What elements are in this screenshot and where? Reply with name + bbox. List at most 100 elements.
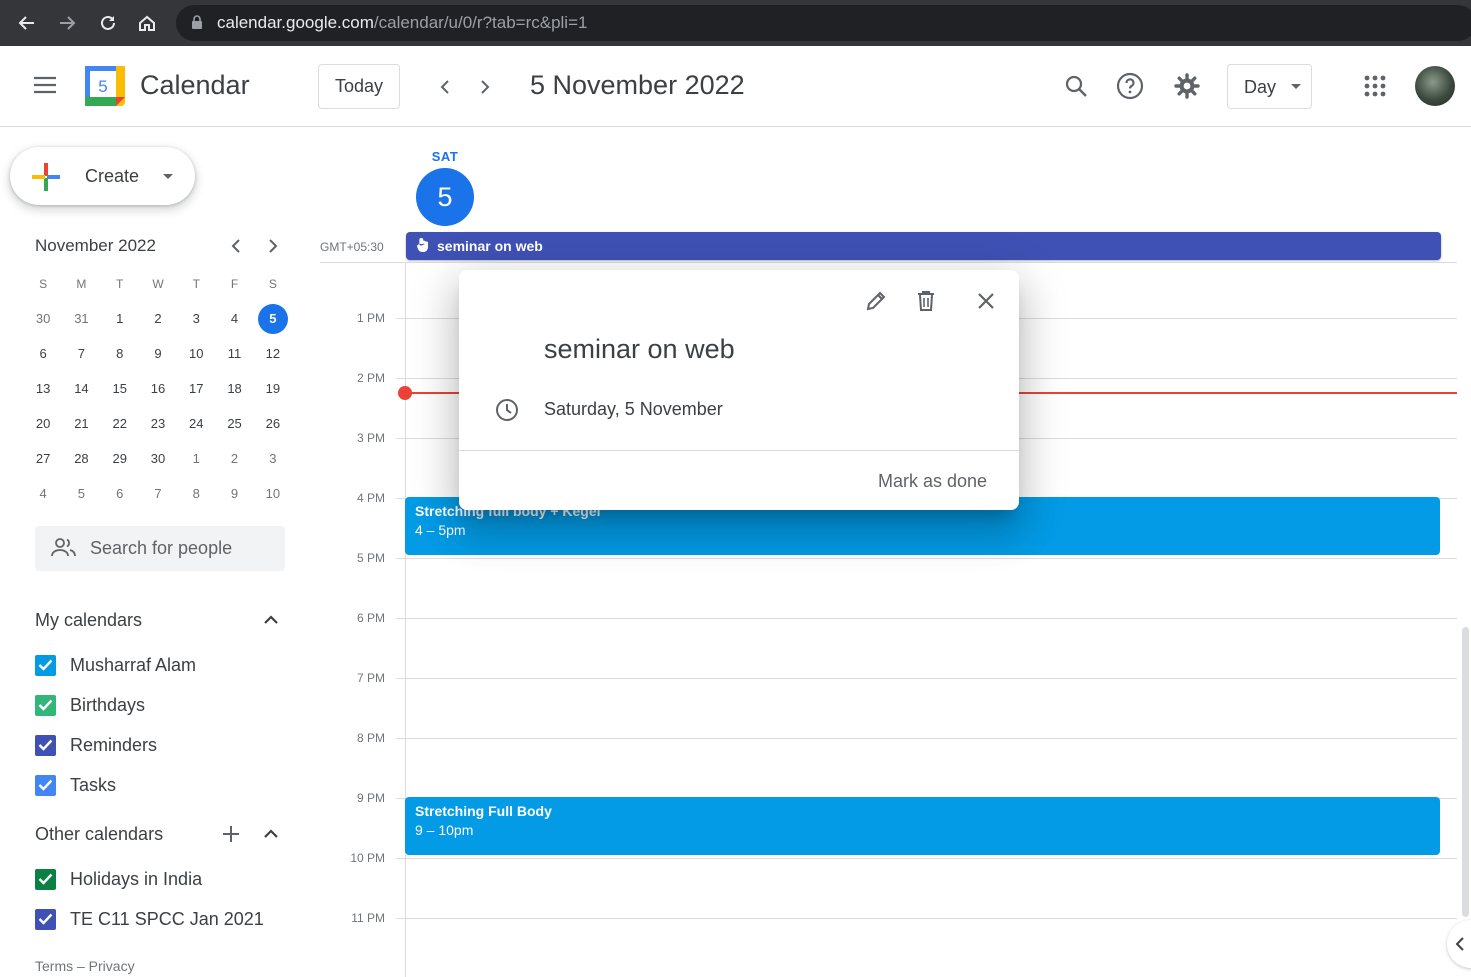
current-date-title: 5 November 2022 xyxy=(530,70,745,100)
mini-prev-month-icon[interactable] xyxy=(226,236,246,256)
hour-label: 11 PM xyxy=(351,911,385,925)
checkbox-checked-icon[interactable] xyxy=(35,734,56,756)
mini-calendar-day[interactable]: 28 xyxy=(62,451,100,466)
hour-label: 2 PM xyxy=(356,371,385,385)
event-stretching-full-body[interactable]: Stretching Full Body 9 – 10pm xyxy=(405,797,1440,855)
mini-calendar-day[interactable]: 3 xyxy=(177,311,215,326)
next-day-icon[interactable] xyxy=(469,71,501,103)
mini-calendar-day[interactable]: 3 xyxy=(254,451,292,466)
dropdown-caret-icon xyxy=(1291,84,1301,89)
mini-calendar-day[interactable]: 5 xyxy=(254,303,292,334)
address-bar[interactable]: calendar.google.com/calendar/u/0/r?tab=r… xyxy=(176,5,1471,41)
checkbox-checked-icon[interactable] xyxy=(35,908,56,930)
mini-calendar-day[interactable]: 29 xyxy=(101,451,139,466)
today-button[interactable]: Today xyxy=(318,64,400,109)
account-avatar[interactable] xyxy=(1415,66,1455,106)
mini-calendar-day[interactable]: 8 xyxy=(177,486,215,501)
previous-day-icon[interactable] xyxy=(429,71,461,103)
search-icon[interactable] xyxy=(1058,68,1094,104)
mini-calendar-day[interactable]: 11 xyxy=(215,346,253,361)
collapse-other-calendars-icon[interactable] xyxy=(259,822,283,846)
calendar-list-item[interactable]: Tasks xyxy=(35,773,116,797)
calendar-list-item[interactable]: Reminders xyxy=(35,733,157,757)
create-button[interactable]: Create xyxy=(10,147,195,205)
mini-calendar-day[interactable]: 12 xyxy=(254,346,292,361)
mini-calendar-day[interactable]: 1 xyxy=(177,451,215,466)
day-number[interactable]: 5 xyxy=(416,168,474,226)
mini-calendar-day[interactable]: 5 xyxy=(62,486,100,501)
calendar-logo[interactable]: 5 xyxy=(85,66,125,111)
mini-calendar-day[interactable]: 15 xyxy=(101,381,139,396)
help-icon[interactable] xyxy=(1112,68,1148,104)
mini-calendar-day[interactable]: 17 xyxy=(177,381,215,396)
allday-event-chip[interactable]: seminar on web xyxy=(406,232,1441,260)
svg-text:5: 5 xyxy=(98,77,107,96)
mini-calendar-day[interactable]: 10 xyxy=(177,346,215,361)
back-icon[interactable] xyxy=(14,10,40,36)
mini-calendar-day[interactable]: 23 xyxy=(139,416,177,431)
calendar-list-item[interactable]: TE C11 SPCC Jan 2021 xyxy=(35,907,264,931)
mini-calendar-day[interactable]: 30 xyxy=(24,311,62,326)
mini-calendar-day[interactable]: 1 xyxy=(101,311,139,326)
hour-label: 5 PM xyxy=(356,551,385,565)
calendar-list-item[interactable]: Musharraf Alam xyxy=(35,653,196,677)
mini-calendar-day[interactable]: 6 xyxy=(101,486,139,501)
delete-trash-icon[interactable] xyxy=(913,288,939,314)
mini-calendar-day[interactable]: 25 xyxy=(215,416,253,431)
close-icon[interactable] xyxy=(973,288,999,314)
add-other-calendar-icon[interactable] xyxy=(219,822,243,846)
mini-next-month-icon[interactable] xyxy=(263,236,283,256)
mini-calendar-day[interactable]: 7 xyxy=(139,486,177,501)
mark-as-done-button[interactable]: Mark as done xyxy=(878,471,987,492)
mini-calendar-day[interactable]: 10 xyxy=(254,486,292,501)
calendar-list-item[interactable]: Holidays in India xyxy=(35,867,202,891)
mini-calendar-day[interactable]: 20 xyxy=(24,416,62,431)
hour-gridline xyxy=(396,918,1457,919)
mini-calendar-day[interactable]: 31 xyxy=(62,311,100,326)
weekday-header: M xyxy=(76,276,87,291)
view-selector[interactable]: Day xyxy=(1227,64,1312,109)
mini-calendar-day[interactable]: 14 xyxy=(62,381,100,396)
main-menu-icon[interactable] xyxy=(29,69,61,101)
mini-calendar-day[interactable]: 22 xyxy=(101,416,139,431)
search-people-input[interactable]: Search for people xyxy=(35,526,285,571)
mini-calendar-day[interactable]: 26 xyxy=(254,416,292,431)
mini-calendar-day[interactable]: 2 xyxy=(139,311,177,326)
mini-calendar-day[interactable]: 8 xyxy=(101,346,139,361)
mini-calendar-day[interactable]: 13 xyxy=(24,381,62,396)
mini-calendar-day[interactable]: 9 xyxy=(139,346,177,361)
mini-calendar-day[interactable]: 9 xyxy=(215,486,253,501)
checkbox-checked-icon[interactable] xyxy=(35,868,56,890)
side-panel-toggle[interactable] xyxy=(1447,920,1471,968)
checkbox-checked-icon[interactable] xyxy=(35,774,56,796)
mini-calendar-day[interactable]: 21 xyxy=(62,416,100,431)
mini-calendar-day[interactable]: 30 xyxy=(139,451,177,466)
apps-grid-icon[interactable] xyxy=(1357,68,1393,104)
settings-gear-icon[interactable] xyxy=(1169,68,1205,104)
mini-calendar-day[interactable]: 2 xyxy=(215,451,253,466)
checkbox-checked-icon[interactable] xyxy=(35,654,56,676)
reload-icon[interactable] xyxy=(95,10,121,36)
mini-calendar-day[interactable]: 7 xyxy=(62,346,100,361)
mini-calendar-day[interactable]: 4 xyxy=(215,311,253,326)
mini-calendar-day[interactable]: 16 xyxy=(139,381,177,396)
home-icon[interactable] xyxy=(134,10,160,36)
popover-divider xyxy=(459,450,1019,451)
terms-privacy-links[interactable]: Terms – Privacy xyxy=(35,958,135,974)
scrollbar-thumb[interactable] xyxy=(1462,627,1469,917)
mini-calendar-day[interactable]: 24 xyxy=(177,416,215,431)
day-of-week-label: SAT xyxy=(431,149,459,164)
mini-calendar-day[interactable]: 4 xyxy=(24,486,62,501)
mini-calendar-day[interactable]: 6 xyxy=(24,346,62,361)
mini-calendar-day[interactable]: 27 xyxy=(24,451,62,466)
hour-gridline xyxy=(396,678,1457,679)
hour-gridline xyxy=(396,558,1457,559)
checkbox-checked-icon[interactable] xyxy=(35,694,56,716)
collapse-my-calendars-icon[interactable] xyxy=(259,608,283,632)
edit-pencil-icon[interactable] xyxy=(863,288,889,314)
mini-calendar-day[interactable]: 18 xyxy=(215,381,253,396)
mini-calendar-day[interactable]: 19 xyxy=(254,381,292,396)
calendar-list-item[interactable]: Birthdays xyxy=(35,693,145,717)
day-column-border xyxy=(405,262,406,977)
forward-icon[interactable] xyxy=(54,10,80,36)
